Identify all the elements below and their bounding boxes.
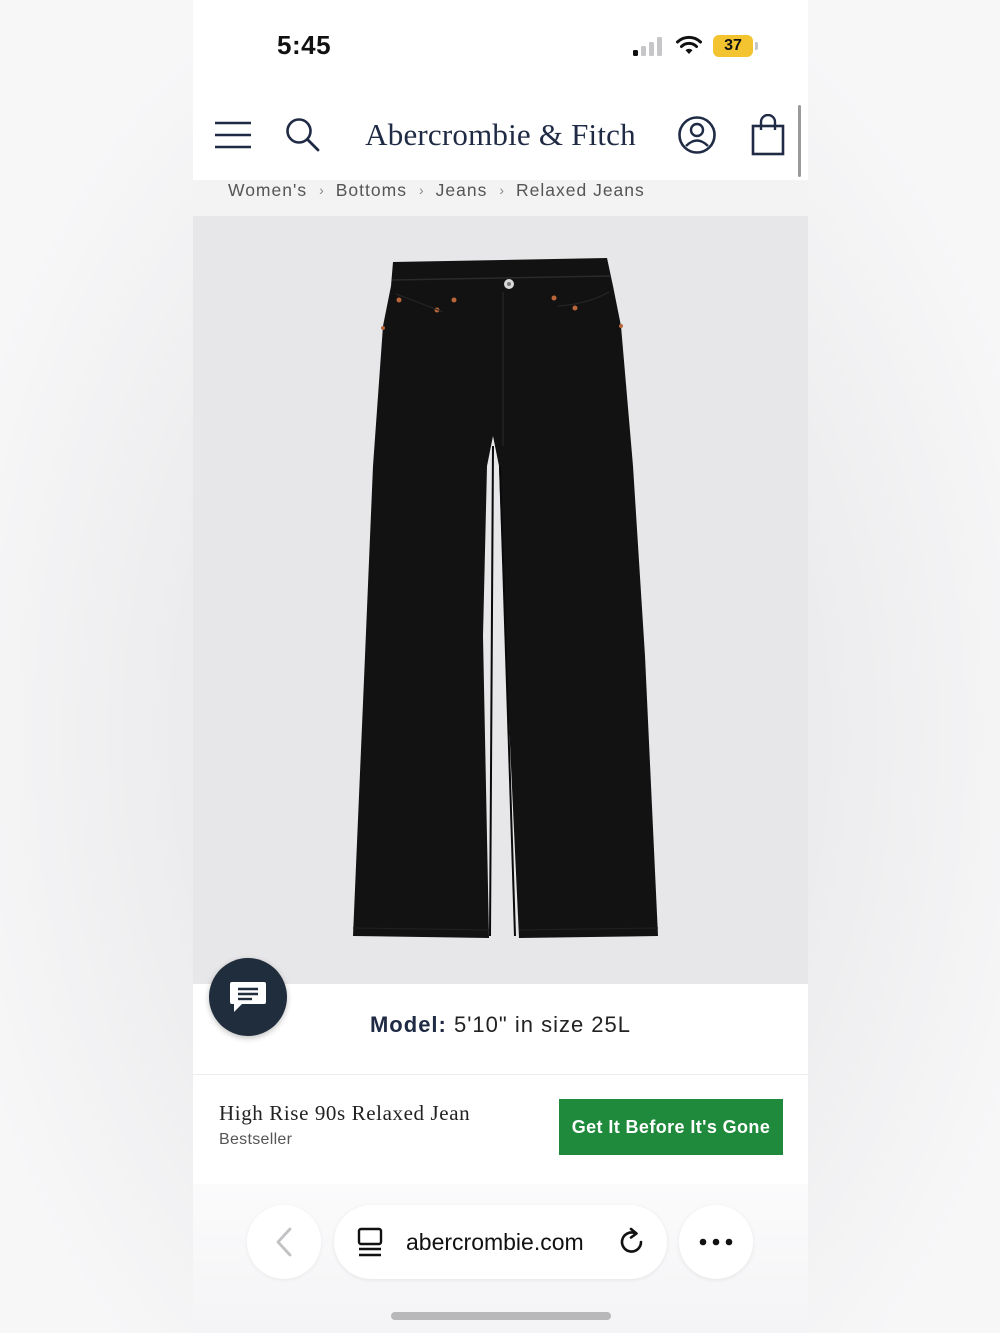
page-scrollbar[interactable] [798,105,801,177]
breadcrumb-item-relaxed-jeans[interactable]: Relaxed Jeans [516,180,645,200]
chevron-right-icon: › [319,182,324,198]
phone-screen: 5:45 37 Abercrombie & Fitch Women's › Bo… [193,0,808,1333]
chat-icon [230,982,266,1012]
get-it-button[interactable]: Get It Before It's Gone [559,1099,783,1155]
product-badge: Bestseller [219,1131,293,1148]
browser-toolbar: abercrombie.com [193,1184,808,1333]
breadcrumb: Women's › Bottoms › Jeans › Relaxed Jean… [193,180,808,216]
menu-icon[interactable] [211,90,255,180]
product-image[interactable] [193,216,808,984]
model-size-info: 5'10" in size 25L [454,1012,632,1037]
jeans-illustration [352,258,659,938]
site-header: Abercrombie & Fitch [193,90,808,180]
status-time: 5:45 [277,30,332,60]
more-icon [699,1238,733,1246]
chevron-right-icon: › [418,182,424,198]
model-label: Model: [369,1012,447,1037]
shopping-bag-icon[interactable] [746,90,790,180]
breadcrumb-item-womens[interactable]: Women's [228,180,307,200]
status-bar: 5:45 37 [193,0,808,90]
battery-indicator: 37 [713,35,753,57]
cellular-signal-icon [633,36,665,56]
sticky-purchase-bar: High Rise 90s Relaxed Jean Bestseller Ge… [193,1074,808,1184]
breadcrumb-item-jeans[interactable]: Jeans [436,180,488,200]
account-icon[interactable] [675,90,719,180]
reload-icon[interactable] [617,1227,647,1257]
url-text: abercrombie.com [406,1229,584,1255]
breadcrumb-item-bottoms[interactable]: Bottoms [336,180,407,200]
home-indicator[interactable] [391,1312,611,1320]
back-icon [276,1227,292,1257]
search-icon[interactable] [281,90,325,180]
back-button[interactable] [247,1205,321,1279]
chat-button[interactable] [209,958,287,1036]
address-bar[interactable]: abercrombie.com [334,1205,667,1279]
battery-cap [755,42,758,50]
product-title: High Rise 90s Relaxed Jean [219,1101,471,1125]
chevron-right-icon: › [499,182,504,198]
brand-logo[interactable]: Abercrombie & Fitch [333,90,668,180]
tab-icon [357,1227,383,1257]
more-button[interactable] [679,1205,753,1279]
model-info: Model: 5'10" in size 25L [193,1012,808,1038]
wifi-icon [676,35,702,54]
